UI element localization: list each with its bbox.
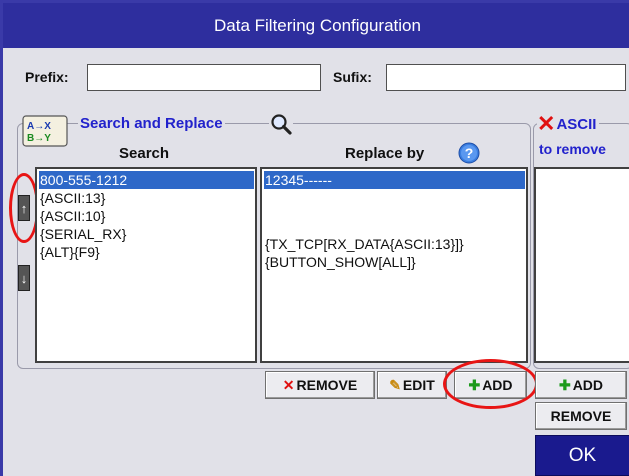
dialog-window: Data Filtering Configuration Prefix: Suf… <box>0 0 629 476</box>
annotation-circle-add <box>443 359 538 409</box>
ascii-remove-label: REMOVE <box>550 408 612 424</box>
arrow-down-icon: ↓ <box>20 270 28 286</box>
ok-button-label: OK <box>568 444 597 466</box>
prefix-label: Prefix: <box>25 69 69 85</box>
ascii-title: ASCII <box>556 115 597 133</box>
list-item[interactable]: {ALT}{F9} <box>40 243 100 261</box>
a-to-x-b-to-y-icon: A→X B→Y <box>20 113 70 149</box>
list-item[interactable]: {TX_TCP[RX_DATA{ASCII:13}]} <box>265 235 464 253</box>
ascii-subtitle: to remove <box>539 141 606 157</box>
ascii-add-button[interactable]: ✚ ADD <box>535 371 627 399</box>
edit-button[interactable]: ✎ EDIT <box>377 371 447 399</box>
ascii-add-label: ADD <box>572 377 604 393</box>
x-icon: ✕ <box>282 376 295 393</box>
list-item[interactable]: 12345------ <box>264 171 525 189</box>
list-item[interactable]: 800-555-1212 <box>39 171 254 189</box>
plus-icon: ✚ <box>558 376 571 393</box>
list-item[interactable]: {ASCII:10} <box>40 207 105 225</box>
remove-button[interactable]: ✕ REMOVE <box>265 371 375 399</box>
replace-list[interactable]: 12345------ {TX_TCP[RX_DATA{ASCII:13}]} … <box>260 167 528 363</box>
svg-text:?: ? <box>465 145 474 161</box>
ascii-remove-button[interactable]: REMOVE <box>535 402 627 430</box>
remove-button-label: REMOVE <box>296 377 358 393</box>
help-icon[interactable]: ? <box>458 142 480 164</box>
svg-text:B→Y: B→Y <box>27 133 51 144</box>
list-item[interactable]: {BUTTON_SHOW[ALL]} <box>265 253 416 271</box>
search-replace-title: Search and Replace <box>78 115 225 132</box>
ok-button[interactable]: OK <box>535 435 629 476</box>
search-list[interactable]: 800-555-1212 {ASCII:13} {ASCII:10} {SERI… <box>35 167 257 363</box>
prefix-field[interactable] <box>87 64 321 91</box>
suffix-label: Sufix: <box>333 69 372 85</box>
suffix-field[interactable] <box>386 64 626 91</box>
title-bar: Data Filtering Configuration <box>3 3 629 48</box>
list-item[interactable]: {SERIAL_RX} <box>40 225 126 243</box>
list-item[interactable]: {ASCII:13} <box>40 189 105 207</box>
ascii-list[interactable] <box>534 167 629 363</box>
move-down-button[interactable]: ↓ <box>18 265 30 291</box>
replace-column-header: Replace by <box>345 145 425 162</box>
magnifier-icon[interactable] <box>269 112 293 136</box>
ascii-header: ✕ ASCII <box>537 111 600 136</box>
svg-text:A→X: A→X <box>27 121 51 132</box>
window-title: Data Filtering Configuration <box>214 16 421 35</box>
red-x-icon: ✕ <box>537 111 556 136</box>
pencil-icon: ✎ <box>389 376 401 393</box>
edit-button-label: EDIT <box>402 377 435 393</box>
search-column-header: Search <box>119 145 170 162</box>
